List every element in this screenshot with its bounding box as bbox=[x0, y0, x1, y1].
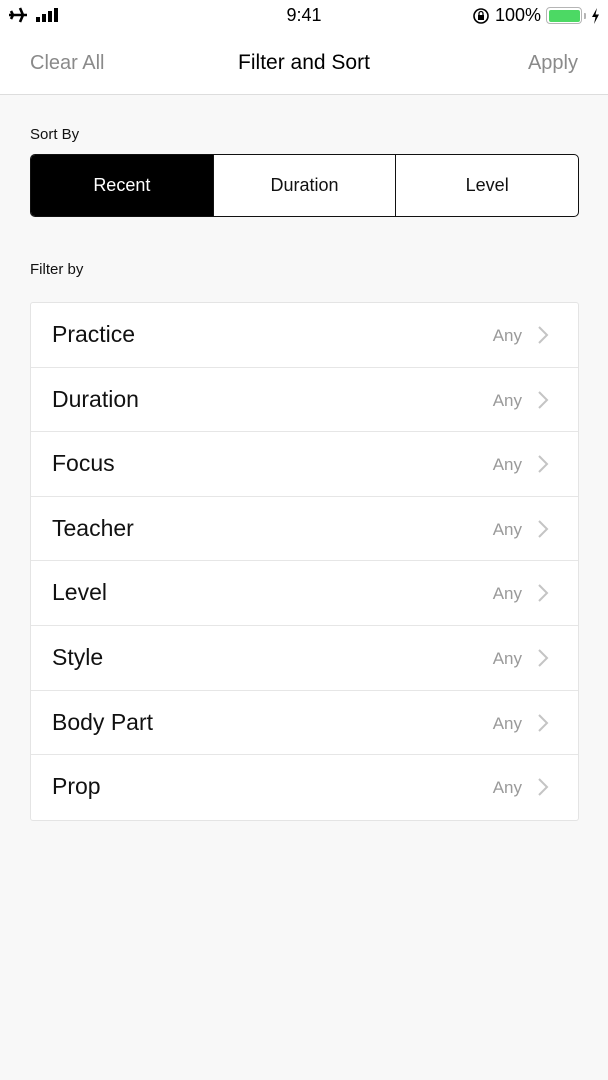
filter-row-value: Any bbox=[492, 326, 522, 345]
filter-row-level[interactable]: Level Any bbox=[31, 561, 578, 626]
filter-row-value: Any bbox=[492, 713, 522, 733]
navigation-bar: Clear All Filter and Sort Apply bbox=[0, 32, 608, 95]
charging-bolt-icon bbox=[592, 7, 599, 24]
chevron-right-icon bbox=[538, 778, 549, 796]
status-bar: 9:41 100% bbox=[0, 0, 608, 32]
filter-row-value: Any bbox=[492, 584, 522, 604]
filter-row-body-part[interactable]: Body Part Any bbox=[31, 691, 578, 756]
battery-fill bbox=[548, 9, 580, 22]
chevron-right-icon bbox=[538, 326, 549, 344]
filter-row-practice[interactable]: Practice Any bbox=[31, 303, 578, 368]
filter-list: Practice Any Duration Any Focus Any Teac… bbox=[30, 302, 579, 821]
chevron-right-icon bbox=[538, 713, 549, 732]
filter-row-duration[interactable]: Duration Any bbox=[31, 368, 578, 433]
filter-row-value: Any bbox=[492, 455, 522, 475]
battery-icon bbox=[546, 7, 582, 24]
sort-option-recent[interactable]: Recent bbox=[31, 155, 213, 216]
filter-row-label: Level bbox=[52, 579, 107, 606]
battery-percent: 100% bbox=[494, 5, 541, 25]
sort-option-duration[interactable]: Duration bbox=[212, 155, 396, 216]
chevron-right-icon bbox=[538, 649, 549, 667]
filter-row-label: Duration bbox=[52, 385, 139, 412]
filter-row-focus[interactable]: Focus Any bbox=[31, 432, 578, 497]
filter-row-label: Practice bbox=[52, 321, 136, 347]
filter-row-label: Teacher bbox=[52, 514, 134, 541]
sort-by-label: Sort By bbox=[30, 126, 80, 143]
battery-cap bbox=[584, 12, 586, 19]
page-title: Filter and Sort bbox=[238, 51, 370, 74]
sort-option-level[interactable]: Level bbox=[395, 155, 578, 216]
apply-button[interactable]: Apply bbox=[528, 52, 578, 75]
filter-row-value: Any bbox=[492, 390, 522, 410]
filter-row-prop[interactable]: Prop Any bbox=[31, 755, 578, 820]
filter-by-label: Filter by bbox=[30, 261, 84, 278]
sort-segmented-control: Recent Duration Level bbox=[30, 154, 579, 217]
filter-row-value: Any bbox=[492, 778, 522, 798]
filter-row-style[interactable]: Style Any bbox=[31, 626, 578, 691]
filter-row-label: Style bbox=[52, 643, 104, 670]
filter-row-value: Any bbox=[492, 648, 522, 668]
chevron-right-icon bbox=[538, 390, 549, 409]
filter-row-teacher[interactable]: Teacher Any bbox=[31, 497, 578, 562]
filter-row-label: Prop bbox=[52, 773, 101, 800]
filter-row-label: Body Part bbox=[52, 708, 153, 735]
filter-row-value: Any bbox=[492, 519, 522, 539]
chevron-right-icon bbox=[538, 455, 549, 473]
status-right: 100% bbox=[472, 5, 600, 26]
chevron-right-icon bbox=[538, 520, 549, 538]
chevron-right-icon bbox=[538, 584, 549, 603]
filter-row-label: Focus bbox=[52, 450, 115, 477]
orientation-lock-icon bbox=[473, 7, 489, 24]
